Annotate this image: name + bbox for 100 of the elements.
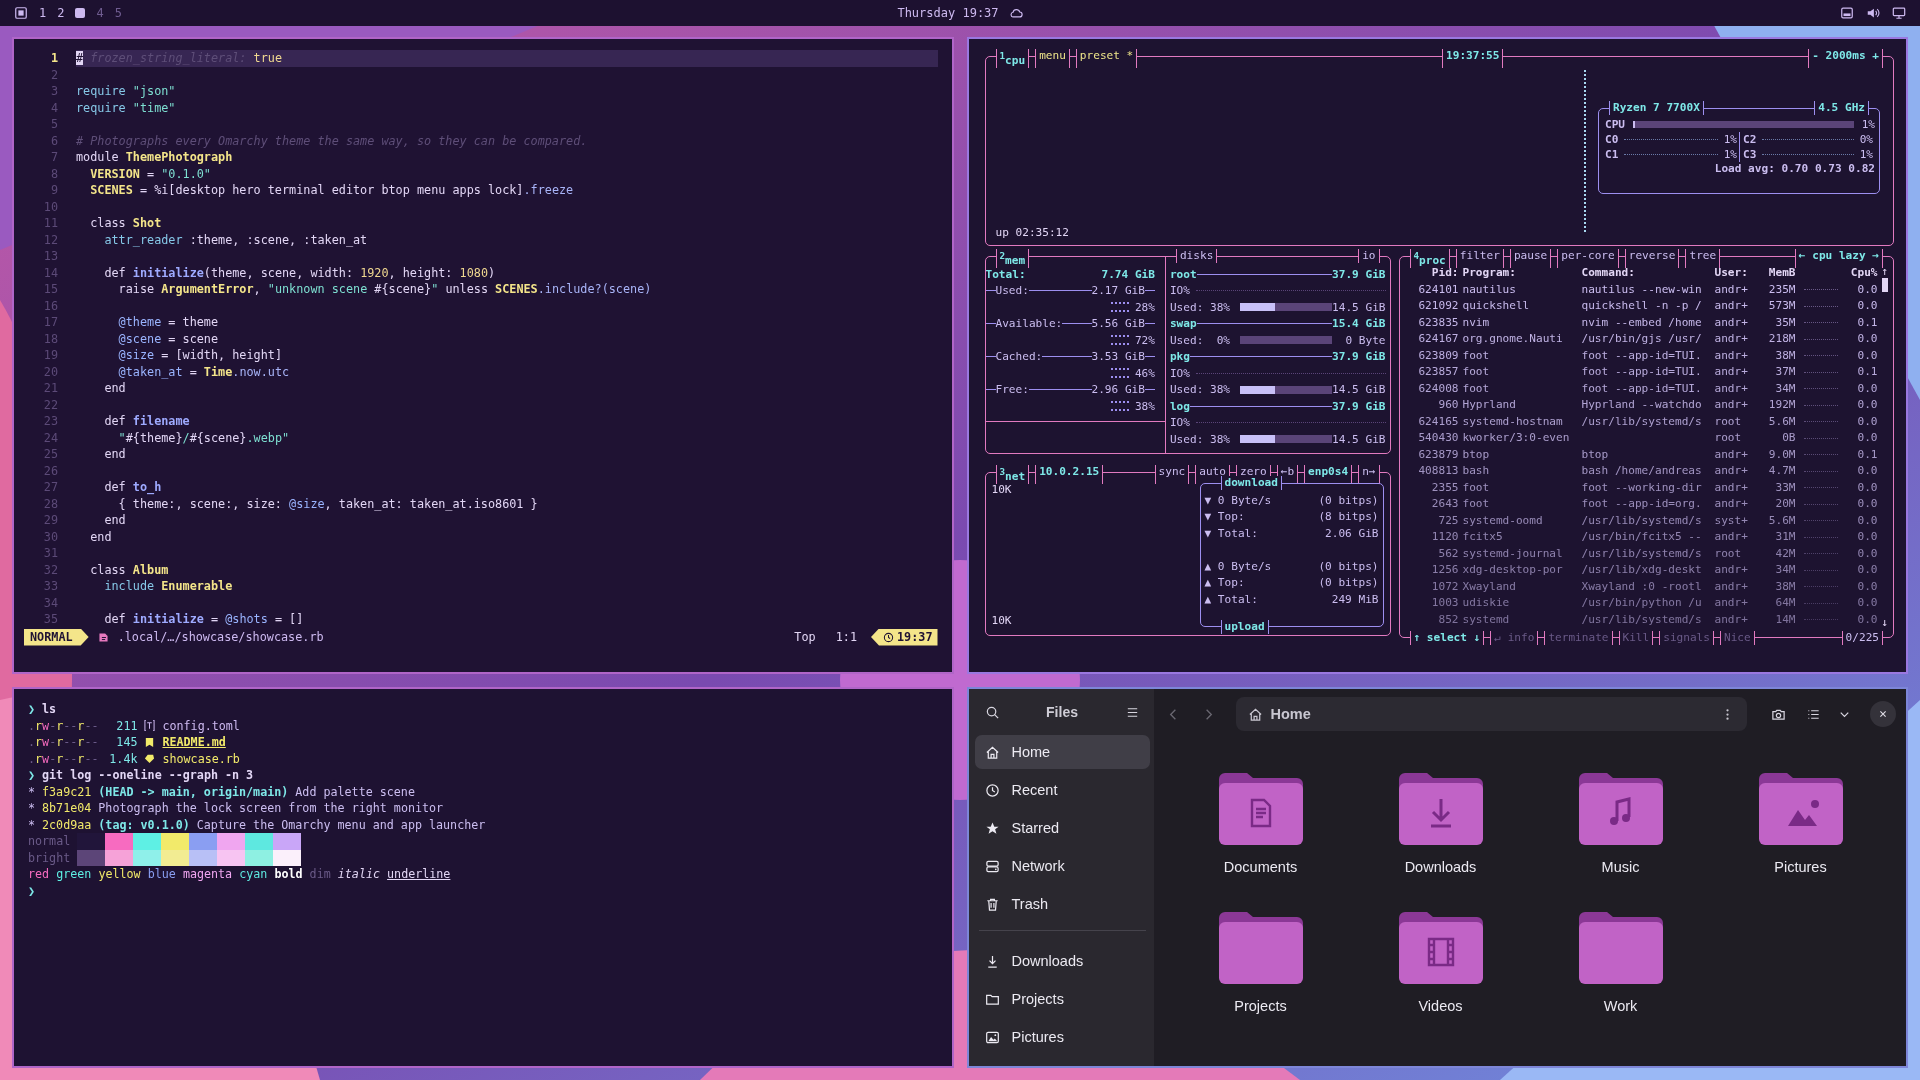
scrollbar-thumb[interactable] <box>1881 278 1888 292</box>
style-sample-line: red green yellow blue magenta cyan bold dim italic underline <box>28 866 451 883</box>
location-bar[interactable]: Home <box>1235 697 1747 731</box>
table-cell-text: 0.0 <box>1856 397 1878 413</box>
sidebar-item[interactable]: Downloads <box>974 944 1150 978</box>
panel-title: $^{1}$cpu <box>995 49 1030 68</box>
table-cell-text: nvim --embed /home <box>1581 314 1703 331</box>
file-name: README.md <box>162 734 226 751</box>
table-cell-text: /usr/lib/xdg-deskt <box>1581 562 1703 578</box>
table-cell-text: 0.0 <box>1856 562 1878 578</box>
traffic-value: (0 bitps) <box>1318 576 1379 590</box>
close-icon <box>1877 708 1889 720</box>
panel-title: 4.5 GHz <box>1814 101 1869 115</box>
launcher-icon[interactable] <box>14 6 28 20</box>
volume-icon[interactable] <box>1866 6 1880 20</box>
table-cell-text: 34M <box>1774 562 1796 578</box>
code-line: "#{theme}/#{scene}.webp" <box>117 429 291 446</box>
cpu-sparkline <box>1803 338 1838 340</box>
code-line: class Shot <box>89 215 163 232</box>
table-cell-text: 624165 <box>1417 413 1459 430</box>
table-cell-text: /usr/bin/fcitx5 -- <box>1581 529 1703 545</box>
panel-title: - 2000ms + <box>1808 49 1883 68</box>
table-cell-text: root <box>1714 545 1743 562</box>
table-cell-text: 192M <box>1767 397 1796 413</box>
folder-item[interactable]: Pictures <box>1710 773 1891 891</box>
table-cell-text: andr+ <box>1714 479 1749 496</box>
table-cell-text: 0.0 <box>1856 281 1878 298</box>
cpu-sparkline <box>1803 553 1838 555</box>
folder-item[interactable]: Videos <box>1350 912 1531 1030</box>
sidebar-item[interactable]: Network <box>974 849 1150 883</box>
column-header[interactable]: Cpu% <box>1845 265 1878 282</box>
scroll-up-arrow[interactable]: ↑ <box>1881 265 1888 278</box>
memory-label: Cached: <box>995 350 1043 364</box>
table-cell-text: Xwayland <box>1462 578 1517 595</box>
commit-refs: (HEAD -> main, origin/main) <box>98 783 289 800</box>
trash-icon <box>984 896 1000 912</box>
table-cell-text: foot --app-id=TUI. <box>1581 347 1703 364</box>
sidebar-item[interactable]: Trash <box>974 887 1150 921</box>
sidebar-item[interactable]: Starred <box>974 811 1150 845</box>
column-header[interactable]: MemB <box>1757 265 1796 282</box>
meter-graph <box>1110 401 1129 412</box>
table-cell-text: systemd-journal <box>1462 545 1564 562</box>
code-line: end <box>89 528 113 545</box>
load-average: Load avg: 0.70 0.73 0.82 <box>1713 162 1875 177</box>
table-cell-text: 64M <box>1774 595 1796 611</box>
sidebar-item[interactable]: Home <box>974 735 1150 769</box>
workspace-button[interactable] <box>75 8 86 18</box>
panel-title: $^{2}$mem <box>995 249 1030 268</box>
io-label: IO% <box>1169 416 1190 430</box>
clock[interactable]: Thursday 19:37 <box>897 6 999 20</box>
cpu-sparkline <box>1803 454 1838 456</box>
workspace-button[interactable]: 2 <box>57 6 65 20</box>
cpu-sparkline <box>1803 470 1838 472</box>
meter-graph <box>1110 368 1129 379</box>
folder-item[interactable]: Documents <box>1170 773 1351 891</box>
table-cell-text: 0.1 <box>1856 364 1878 380</box>
sidebar-item[interactable]: Projects <box>974 982 1150 1016</box>
close-button[interactable] <box>1870 701 1896 727</box>
column-header[interactable]: Pid: <box>1406 265 1459 282</box>
commit-message: Add palette scene <box>295 783 415 800</box>
panel-title: Kill <box>1618 631 1654 645</box>
table-cell-text: systemd-hostnam <box>1462 413 1564 430</box>
code-line: { theme:, scene:, size: @size, taken_at: taken_at.iso8601 } <box>117 495 539 512</box>
line-number: 29 <box>42 512 58 529</box>
cloud-icon[interactable] <box>1008 6 1023 20</box>
panel-title: 10.0.2.15 <box>1035 465 1104 484</box>
core-percent: 0% <box>1859 133 1873 146</box>
code-line: end <box>103 512 127 529</box>
table-cell-text: Hyprland --watchdo <box>1581 397 1703 413</box>
line-number: 30 <box>42 528 58 545</box>
column-header[interactable]: User: <box>1714 265 1754 282</box>
memory-value: 5.56 GiB <box>1091 317 1145 331</box>
traffic-label: ▲ Top: <box>1204 576 1245 590</box>
column-header[interactable]: Program: <box>1462 265 1578 282</box>
clock-icon <box>984 782 1000 798</box>
folder-item[interactable]: Work <box>1530 912 1711 1030</box>
display-icon[interactable] <box>1892 6 1906 20</box>
folder-item[interactable]: Downloads <box>1350 773 1531 891</box>
table-cell-text: 0.0 <box>1856 380 1878 397</box>
line-number: 20 <box>42 363 58 380</box>
sidebar-item[interactable]: Recent <box>974 773 1150 807</box>
table-cell-text: btop <box>1462 446 1491 463</box>
disk-used: Used: 0% <box>1169 333 1231 347</box>
table-cell-text: 35M <box>1774 314 1796 331</box>
table-cell-text: 0.0 <box>1856 595 1878 611</box>
table-cell-text: systemd <box>1462 611 1511 628</box>
column-header[interactable]: Command: <box>1581 265 1711 282</box>
folder-item[interactable]: Music <box>1530 773 1711 891</box>
window-icon[interactable] <box>1840 6 1854 20</box>
uptime: up 02:35:12 <box>995 226 1069 239</box>
table-cell-text: 2643 <box>1430 496 1459 512</box>
line-number: 25 <box>42 446 58 463</box>
sidebar-item[interactable]: Pictures <box>974 1020 1150 1054</box>
folder-item[interactable]: Projects <box>1170 912 1351 1030</box>
memory-label: Free: <box>995 383 1029 397</box>
table-cell-text: andr+ <box>1714 364 1749 380</box>
table-cell-text: /usr/bin/python /u <box>1581 595 1703 611</box>
scroll-down-arrow[interactable]: ↓ <box>1881 616 1888 629</box>
file-size: 211 <box>115 717 138 734</box>
workspace-button[interactable]: 1 <box>39 6 47 20</box>
